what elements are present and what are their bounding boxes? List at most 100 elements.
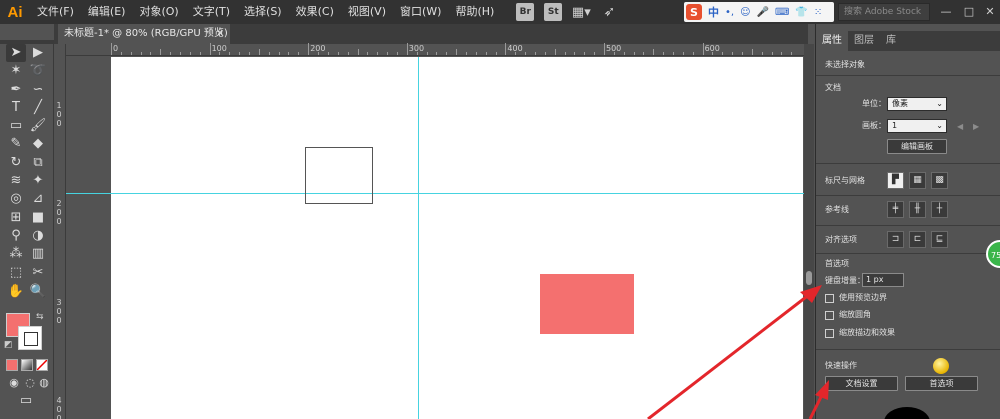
filled-rectangle[interactable] — [540, 274, 634, 334]
rotate-tool-icon[interactable]: ↻ — [6, 154, 26, 172]
units-select[interactable]: 像素 ⌄ — [887, 97, 947, 111]
draw-inside-icon[interactable]: ◍ — [34, 374, 54, 392]
tab-libraries[interactable]: 库 — [880, 31, 902, 51]
horizontal-guide[interactable] — [66, 193, 808, 194]
eyedropper-tool-icon[interactable]: ⚲ — [6, 227, 26, 245]
paintbrush-tool-icon[interactable]: 🖌 — [28, 117, 48, 135]
puppet-warp-tool-icon[interactable]: ✦ — [28, 172, 48, 190]
lock-guides-icon[interactable]: ╫ — [909, 201, 926, 218]
outlined-rectangle[interactable] — [305, 147, 373, 204]
direct-selection-tool-icon[interactable]: ▶ — [28, 44, 48, 62]
menu-file[interactable]: 文件(F) — [30, 0, 81, 24]
menu-select[interactable]: 选择(S) — [237, 0, 289, 24]
ruler-tick — [643, 52, 645, 55]
bridge-icon[interactable]: Br — [516, 3, 535, 21]
preferences-button[interactable]: 首选项 — [905, 376, 978, 391]
stock-icon[interactable]: St — [544, 3, 563, 21]
selection-tool-icon[interactable]: ➤ — [6, 44, 26, 62]
ime-mode[interactable]: 中 — [708, 4, 719, 20]
scrollbar-thumb[interactable] — [806, 271, 812, 285]
artboard-select[interactable]: 1 ⌄ — [887, 119, 947, 133]
perspective-grid-tool-icon[interactable]: ⊿ — [28, 190, 48, 208]
document-setup-button[interactable]: 文档设置 — [825, 376, 898, 391]
show-guides-icon[interactable]: ╪ — [887, 201, 904, 218]
magic-wand-tool-icon[interactable]: ✶ — [6, 62, 26, 80]
none-mode-icon[interactable] — [36, 359, 48, 371]
menu-view[interactable]: 视图(V) — [341, 0, 393, 24]
microphone-icon[interactable]: 🎤 — [757, 7, 769, 18]
no-selection-label: 未选择对象 — [825, 60, 865, 69]
gradient-tool-icon[interactable]: ■ — [28, 209, 48, 227]
tools-icon[interactable]: ⁙ — [814, 7, 822, 18]
scale-tool-icon[interactable]: ⧉ — [28, 154, 48, 172]
menu-effect[interactable]: 效果(C) — [289, 0, 341, 24]
mesh-tool-icon[interactable]: ⊞ — [6, 209, 26, 227]
artboard[interactable] — [111, 57, 803, 419]
ruler-tick — [594, 52, 596, 55]
emoji-icon[interactable]: ☺ — [740, 7, 750, 18]
tab-properties[interactable]: 属性 — [816, 31, 848, 51]
horizontal-ruler[interactable]: 0 100 200 300 400 500 600 — [66, 43, 808, 56]
artboard-tool-icon[interactable]: ⬚ — [6, 264, 26, 282]
grid-icon[interactable]: ▦ — [909, 172, 926, 189]
previous-artboard-icon[interactable]: ◀ — [957, 122, 963, 131]
color-mode-icon[interactable] — [6, 359, 18, 371]
skin-icon[interactable]: 👕 — [795, 7, 807, 18]
menu-type[interactable]: 文字(T) — [186, 0, 237, 24]
shape-builder-tool-icon[interactable]: ◎ — [6, 190, 26, 208]
eraser-tool-icon[interactable]: ◆ — [28, 135, 48, 153]
maximize-icon[interactable]: □ — [958, 0, 980, 22]
screen-mode-icon[interactable]: ▭ — [16, 392, 36, 410]
edit-artboard-button[interactable]: 编辑画板 — [887, 139, 947, 154]
lasso-tool-icon[interactable]: ➰ — [28, 62, 48, 80]
rectangle-tool-icon[interactable]: ▭ — [6, 117, 26, 135]
document-tab[interactable]: 未标题-1* @ 80% (RGB/GPU 预览) — [58, 24, 230, 44]
menu-edit[interactable]: 编辑(E) — [81, 0, 133, 24]
close-tab-icon[interactable]: × — [216, 24, 230, 44]
blend-tool-icon[interactable]: ◑ — [28, 227, 48, 245]
minimize-icon[interactable]: — — [935, 0, 957, 22]
vertical-scrollbar[interactable] — [804, 44, 814, 419]
warp-tool-icon[interactable]: ≋ — [6, 172, 26, 190]
type-tool-icon[interactable]: T — [6, 99, 26, 117]
vertical-ruler[interactable]: 100 200 300 400 — [54, 44, 66, 419]
shaper-tool-icon[interactable]: ✎ — [6, 135, 26, 153]
align-to-pixel-icon[interactable]: ⊐ — [887, 231, 904, 248]
keyboard-increment-input[interactable]: 1 px — [862, 273, 904, 287]
slice-tool-icon[interactable]: ✂ — [28, 264, 48, 282]
send-icon[interactable]: ➶ — [600, 3, 618, 21]
pen-tool-icon[interactable]: ✒ — [6, 81, 26, 99]
hand-tool-icon[interactable]: ✋ — [6, 283, 26, 301]
stroke-color-swatch[interactable] — [18, 326, 42, 350]
line-tool-icon[interactable]: ╱ — [28, 99, 48, 117]
menu-window[interactable]: 窗口(W) — [393, 0, 448, 24]
close-window-icon[interactable]: ✕ — [979, 0, 1000, 22]
symbol-sprayer-tool-icon[interactable]: ⁂ — [6, 245, 26, 263]
smart-guides-icon[interactable]: ┼ — [931, 201, 948, 218]
scale-corners-label: 缩放圆角 — [839, 310, 871, 319]
scale-corners-checkbox[interactable] — [825, 311, 834, 320]
use-preview-bounds-checkbox[interactable] — [825, 294, 834, 303]
align-to-artboard-icon[interactable]: ⊏ — [909, 231, 926, 248]
zoom-tool-icon[interactable]: 🔍 — [28, 283, 48, 301]
menu-object[interactable]: 对象(O) — [132, 0, 185, 24]
curvature-tool-icon[interactable]: ∽ — [28, 81, 48, 99]
divider — [816, 349, 1000, 350]
sogou-logo-icon[interactable]: S — [686, 4, 702, 20]
align-to-selection-icon[interactable]: ⊑ — [931, 231, 948, 248]
transparency-grid-icon[interactable]: ▩ — [931, 172, 948, 189]
column-graph-tool-icon[interactable]: ▥ — [28, 245, 48, 263]
punctuation-icon[interactable]: •, — [725, 7, 734, 18]
tab-layers[interactable]: 图层 — [848, 31, 880, 51]
menu-help[interactable]: 帮助(H) — [448, 0, 501, 24]
keyboard-icon[interactable]: ⌨ — [775, 7, 789, 18]
arrange-documents-icon[interactable]: ▦▾ — [572, 3, 591, 21]
gradient-mode-icon[interactable] — [21, 359, 33, 371]
scale-strokes-effects-checkbox[interactable] — [825, 329, 834, 338]
ruler-icon[interactable]: ▛ — [887, 172, 904, 189]
swap-colors-icon[interactable]: ⇆ — [36, 312, 44, 322]
next-artboard-icon[interactable]: ▶ — [973, 122, 979, 131]
vertical-guide[interactable] — [418, 57, 419, 419]
default-colors-icon[interactable]: ◩ — [4, 340, 13, 350]
adobe-stock-search[interactable]: 搜索 Adobe Stock — [838, 3, 930, 21]
